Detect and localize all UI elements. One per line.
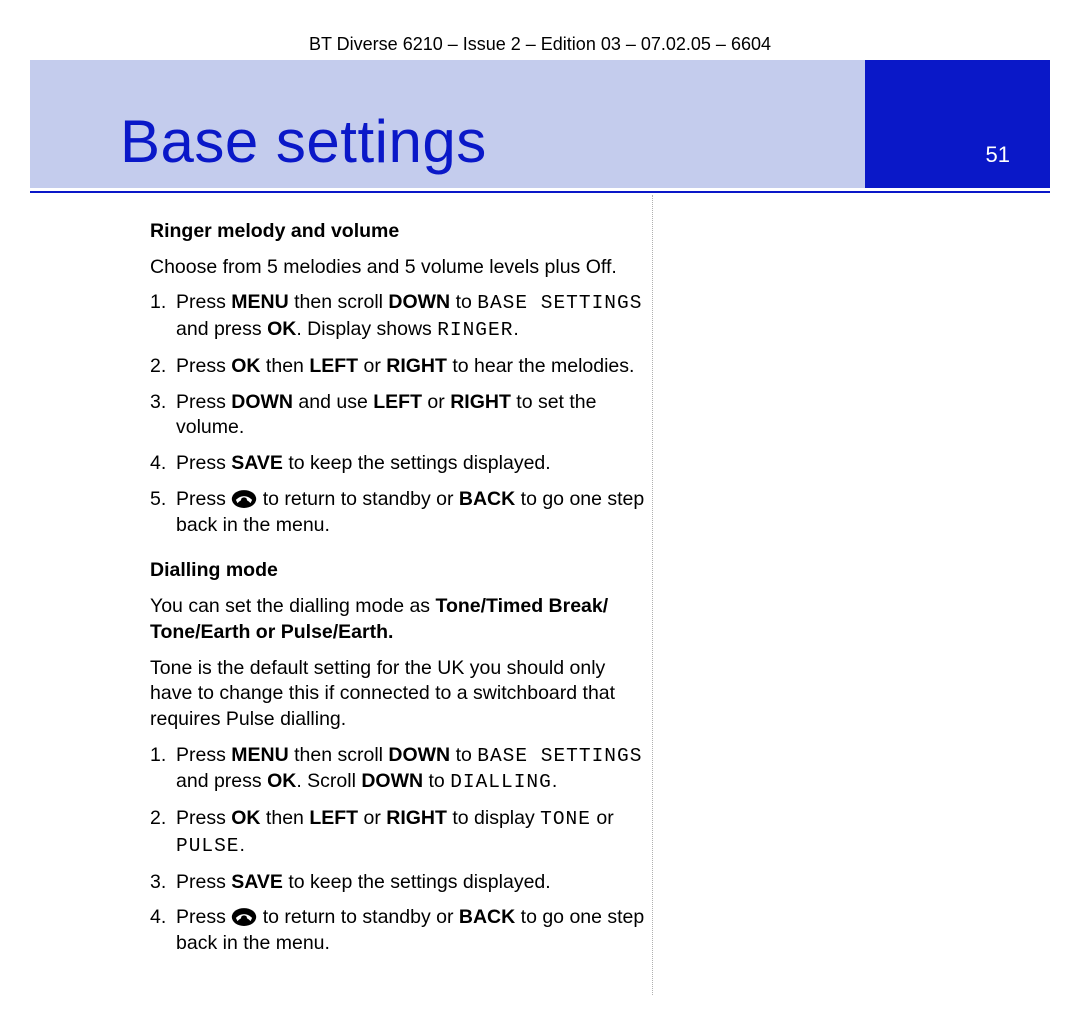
text: Press bbox=[176, 744, 231, 766]
text: . bbox=[513, 318, 518, 340]
text: . Display shows bbox=[296, 318, 437, 340]
manual-page: BT Diverse 6210 – Issue 2 – Edition 03 –… bbox=[0, 0, 1080, 1025]
text: to hear the melodies. bbox=[447, 355, 635, 377]
section-note: Tone is the default setting for the UK y… bbox=[150, 656, 650, 733]
content-column: Ringer melody and volume Choose from 5 m… bbox=[150, 215, 650, 967]
title-banner: Base settings 51 bbox=[30, 60, 1050, 188]
text: to keep the settings displayed. bbox=[283, 871, 551, 893]
key-label: DOWN bbox=[231, 391, 293, 413]
section-heading-ringer: Ringer melody and volume bbox=[150, 219, 650, 245]
step-item: Press SAVE to keep the settings displaye… bbox=[150, 451, 650, 477]
end-call-key-icon bbox=[231, 907, 257, 927]
text: to return to standby or bbox=[263, 488, 459, 510]
banner-underline bbox=[30, 191, 1050, 193]
key-label: RIGHT bbox=[386, 807, 447, 829]
text: then scroll bbox=[289, 744, 389, 766]
column-divider bbox=[652, 195, 653, 995]
steps-dialling: Press MENU then scroll DOWN to BASE SETT… bbox=[150, 743, 650, 957]
key-label: MENU bbox=[231, 744, 288, 766]
text: and press bbox=[176, 770, 267, 792]
page-number: 51 bbox=[986, 142, 1010, 168]
text: or bbox=[591, 807, 614, 829]
key-label: RIGHT bbox=[386, 355, 447, 377]
display-text: DIALLING bbox=[450, 771, 552, 793]
text: Press bbox=[176, 807, 231, 829]
text: Press bbox=[176, 391, 231, 413]
display-text: RINGER bbox=[437, 319, 513, 341]
text: and use bbox=[293, 391, 373, 413]
text: . bbox=[552, 770, 557, 792]
text: and press bbox=[176, 318, 267, 340]
text: to return to standby or bbox=[263, 906, 459, 928]
text: . bbox=[240, 834, 245, 856]
text: Press bbox=[176, 488, 231, 510]
step-item: Press DOWN and use LEFT or RIGHT to set … bbox=[150, 390, 650, 441]
key-label: LEFT bbox=[309, 807, 358, 829]
key-label: SAVE bbox=[231, 871, 283, 893]
key-label: DOWN bbox=[388, 744, 450, 766]
step-item: Press OK then LEFT or RIGHT to display T… bbox=[150, 806, 650, 859]
text: to display bbox=[447, 807, 540, 829]
display-text: BASE SETTINGS bbox=[477, 745, 642, 767]
key-label: OK bbox=[267, 770, 296, 792]
text: Press bbox=[176, 291, 231, 313]
key-label: OK bbox=[231, 807, 260, 829]
text: or bbox=[358, 355, 386, 377]
text: Press bbox=[176, 355, 231, 377]
text: or bbox=[422, 391, 450, 413]
text: then scroll bbox=[289, 291, 389, 313]
key-label: LEFT bbox=[373, 391, 422, 413]
key-label: MENU bbox=[231, 291, 288, 313]
text: then bbox=[261, 355, 310, 377]
section-intro: You can set the dialling mode as Tone/Ti… bbox=[150, 594, 650, 645]
key-label: OK bbox=[267, 318, 296, 340]
key-label: DOWN bbox=[361, 770, 423, 792]
step-item: Press MENU then scroll DOWN to BASE SETT… bbox=[150, 743, 650, 796]
step-item: Press SAVE to keep the settings displaye… bbox=[150, 870, 650, 896]
end-call-key-icon bbox=[231, 489, 257, 509]
key-label: BACK bbox=[459, 906, 515, 928]
key-label: OK bbox=[231, 355, 260, 377]
text: to bbox=[423, 770, 450, 792]
text: then bbox=[261, 807, 310, 829]
section-intro: Choose from 5 melodies and 5 volume leve… bbox=[150, 255, 650, 281]
step-item: Press OK then LEFT or RIGHT to hear the … bbox=[150, 354, 650, 380]
text: You can set the dialling mode as bbox=[150, 595, 435, 617]
section-heading-dialling: Dialling mode bbox=[150, 558, 650, 584]
step-item: Press to return to standby or BACK to go… bbox=[150, 905, 650, 956]
text: Press bbox=[176, 452, 231, 474]
text: to keep the settings displayed. bbox=[283, 452, 551, 474]
step-item: Press MENU then scroll DOWN to BASE SETT… bbox=[150, 290, 650, 343]
key-label: SAVE bbox=[231, 452, 283, 474]
steps-ringer: Press MENU then scroll DOWN to BASE SETT… bbox=[150, 290, 650, 538]
text: to bbox=[450, 744, 477, 766]
key-label: LEFT bbox=[309, 355, 358, 377]
key-label: DOWN bbox=[388, 291, 450, 313]
text: Press bbox=[176, 871, 231, 893]
key-label: RIGHT bbox=[450, 391, 511, 413]
text: or bbox=[358, 807, 386, 829]
page-title: Base settings bbox=[120, 107, 487, 176]
key-label: BACK bbox=[459, 488, 515, 510]
display-text: BASE SETTINGS bbox=[477, 292, 642, 314]
text: to bbox=[450, 291, 477, 313]
display-text: PULSE bbox=[176, 835, 240, 857]
display-text: TONE bbox=[540, 808, 591, 830]
banner-right-bg bbox=[865, 60, 1050, 188]
text: Press bbox=[176, 906, 231, 928]
document-header: BT Diverse 6210 – Issue 2 – Edition 03 –… bbox=[0, 34, 1080, 55]
step-item: Press to return to standby or BACK to go… bbox=[150, 487, 650, 538]
text: . Scroll bbox=[296, 770, 361, 792]
